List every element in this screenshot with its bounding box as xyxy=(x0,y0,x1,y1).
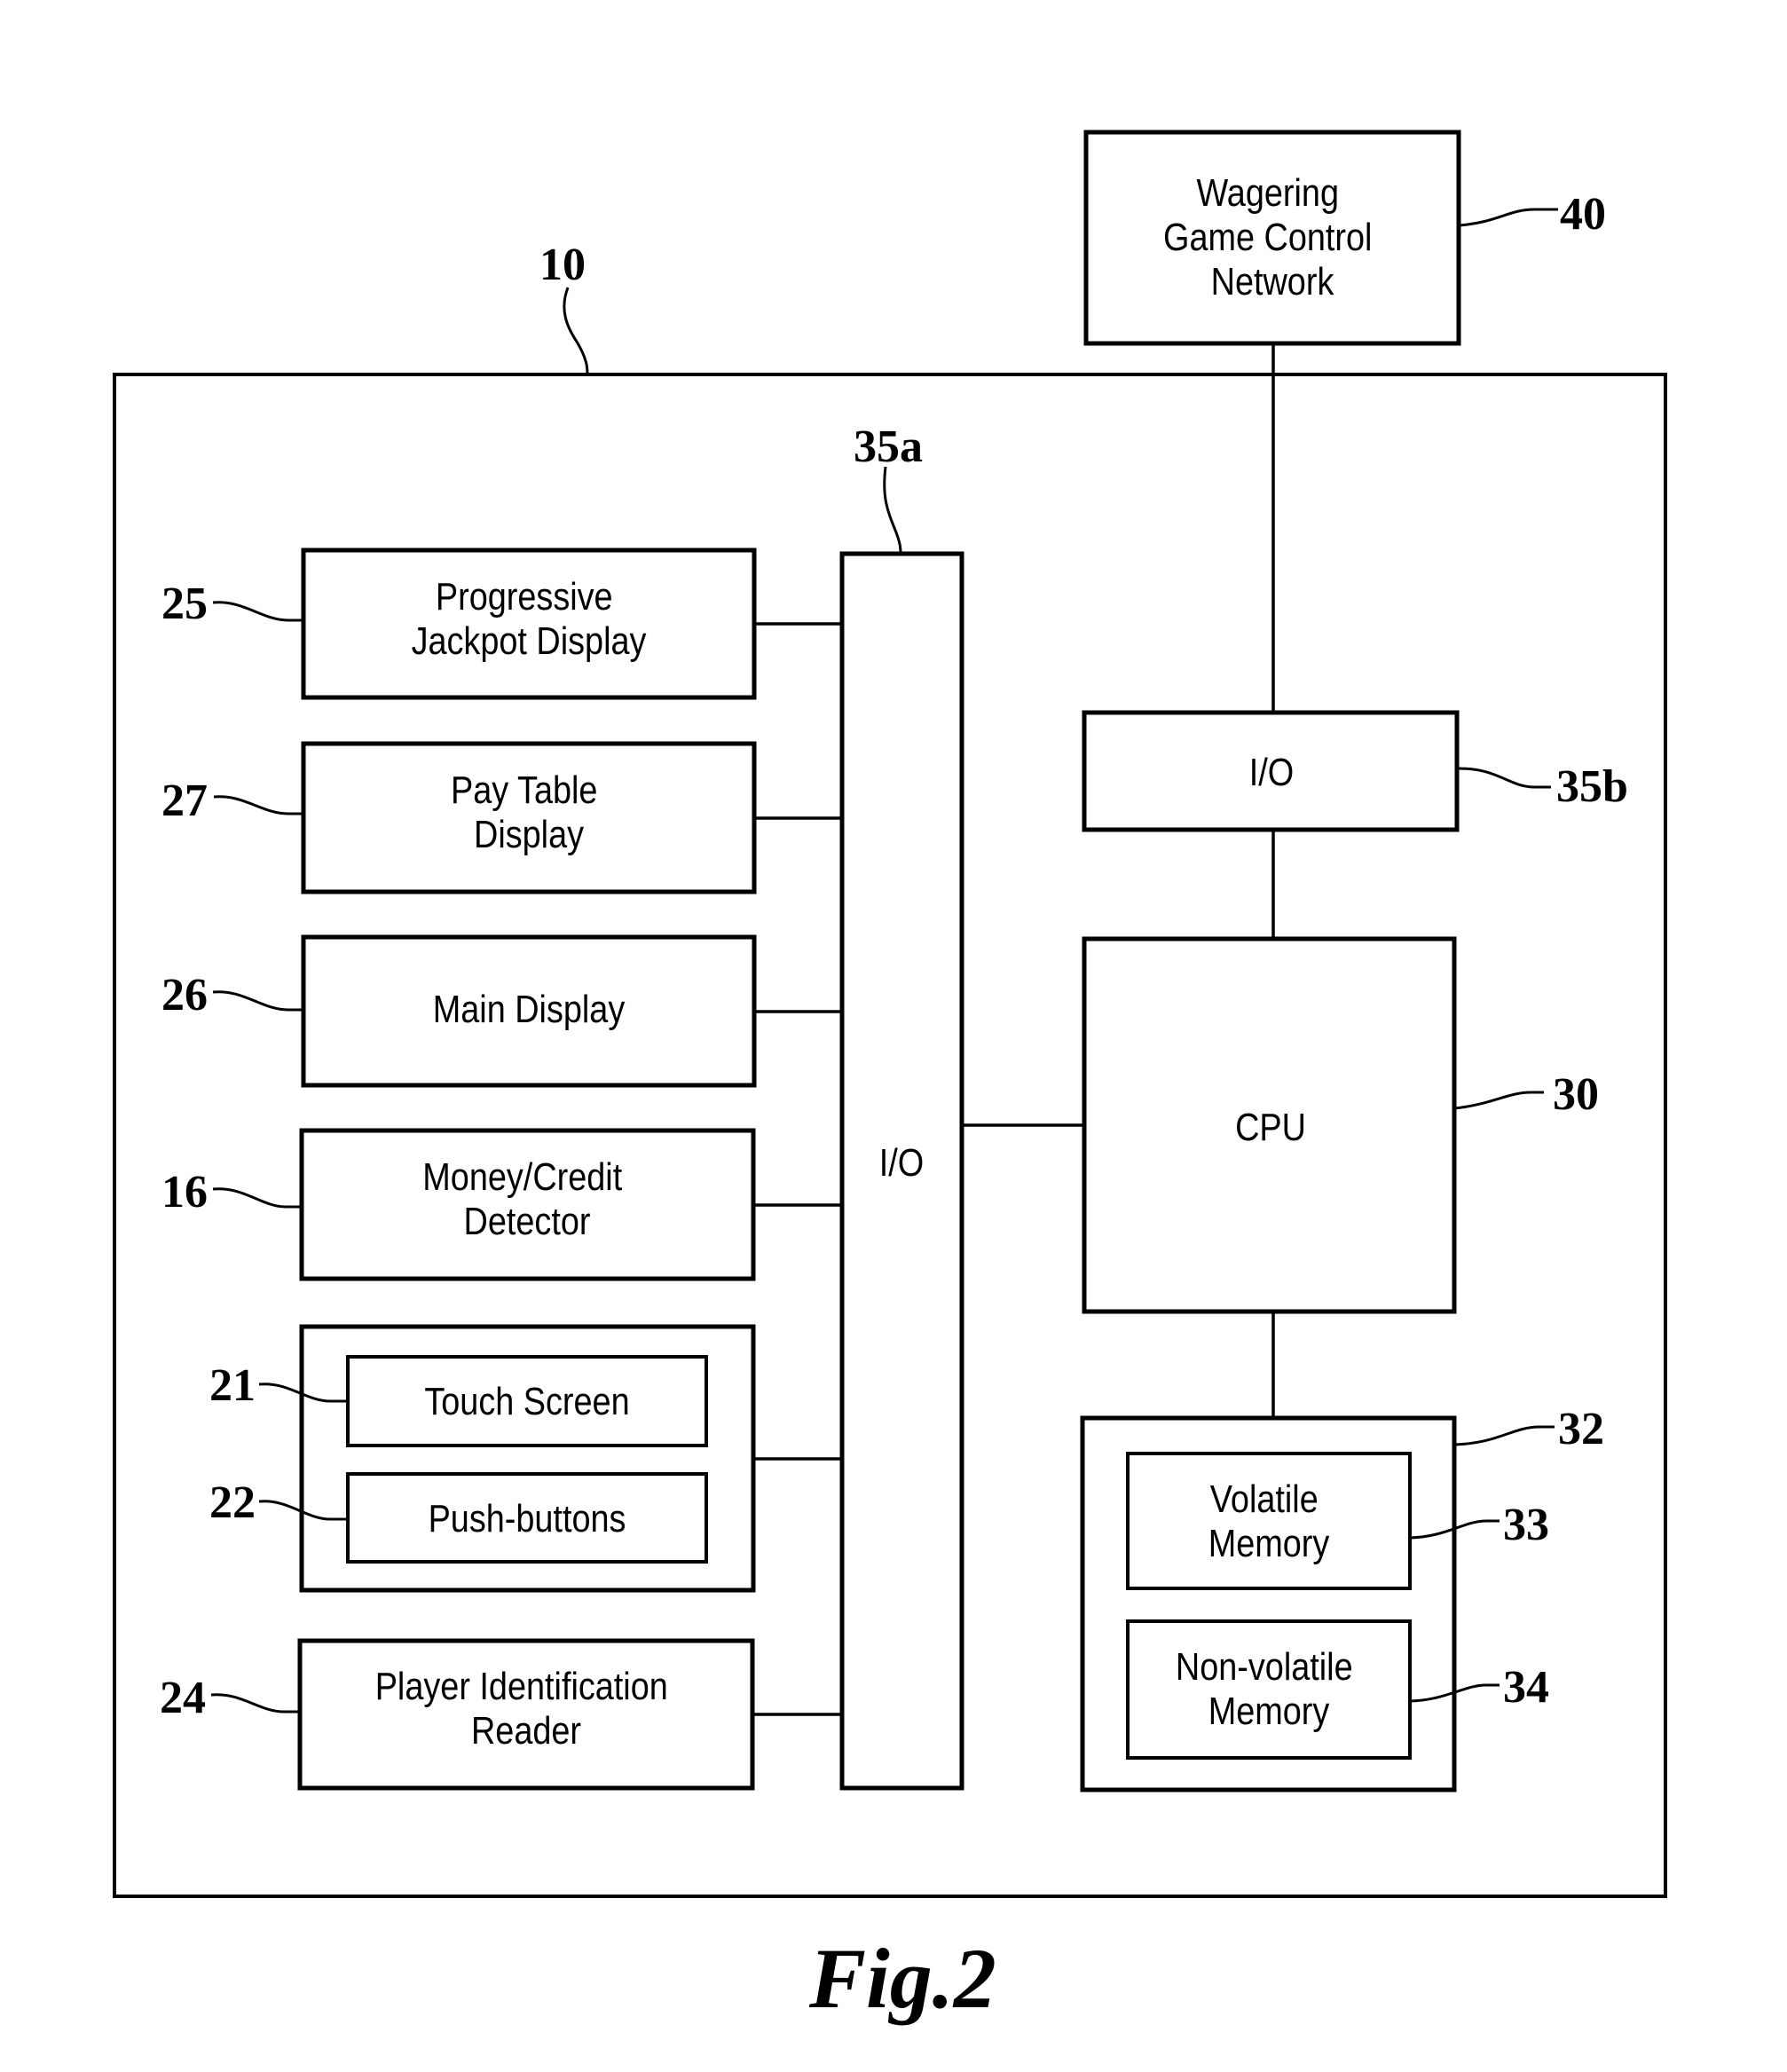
touch-screen-label: Touch Screen xyxy=(424,1379,629,1422)
leader-35b xyxy=(1458,767,1551,789)
jackpot-display-label: Progressive Jackpot Display xyxy=(412,574,647,662)
leader-40 xyxy=(1459,208,1558,227)
ref-label-16: 16 xyxy=(161,1167,208,1217)
leader-26 xyxy=(212,990,303,1012)
push-buttons-label: Push-buttons xyxy=(429,1496,626,1540)
leader-27 xyxy=(213,795,303,815)
ref-label-30: 30 xyxy=(1553,1069,1599,1120)
ref-label-26: 26 xyxy=(161,970,208,1020)
cpu-label: CPU xyxy=(1235,1105,1306,1148)
leader-35a xyxy=(883,466,902,555)
ref-label-35a: 35a xyxy=(854,421,923,472)
ref-label-33: 33 xyxy=(1503,1500,1549,1550)
ref-label-40: 40 xyxy=(1560,189,1606,240)
leader-10 xyxy=(563,287,589,375)
leader-32 xyxy=(1454,1425,1555,1446)
leader-30 xyxy=(1453,1091,1544,1110)
ref-label-32: 32 xyxy=(1558,1404,1604,1454)
block-diagram: 10 Wagering Game Control Network 40 I/O … xyxy=(113,130,1667,2026)
ref-label-34: 34 xyxy=(1503,1662,1549,1713)
leader-16 xyxy=(212,1187,302,1209)
paytable-display-label: Pay Table Display xyxy=(451,768,607,855)
ref-label-10: 10 xyxy=(539,240,586,290)
ref-label-27: 27 xyxy=(161,776,208,826)
volatile-memory-label: Volatile Memory xyxy=(1208,1477,1330,1564)
figure-caption: Fig.2 xyxy=(808,1931,996,2026)
leader-24 xyxy=(210,1693,300,1714)
ref-label-25: 25 xyxy=(161,579,208,629)
ref-label-22: 22 xyxy=(209,1477,256,1528)
ref-label-21: 21 xyxy=(209,1360,256,1411)
io-net-label: I/O xyxy=(1249,750,1294,793)
leader-25 xyxy=(212,601,303,622)
ref-label-24: 24 xyxy=(160,1673,206,1723)
main-display-label: Main Display xyxy=(433,987,626,1030)
io-bus-label: I/O xyxy=(879,1140,924,1184)
ref-label-35b: 35b xyxy=(1556,761,1628,812)
